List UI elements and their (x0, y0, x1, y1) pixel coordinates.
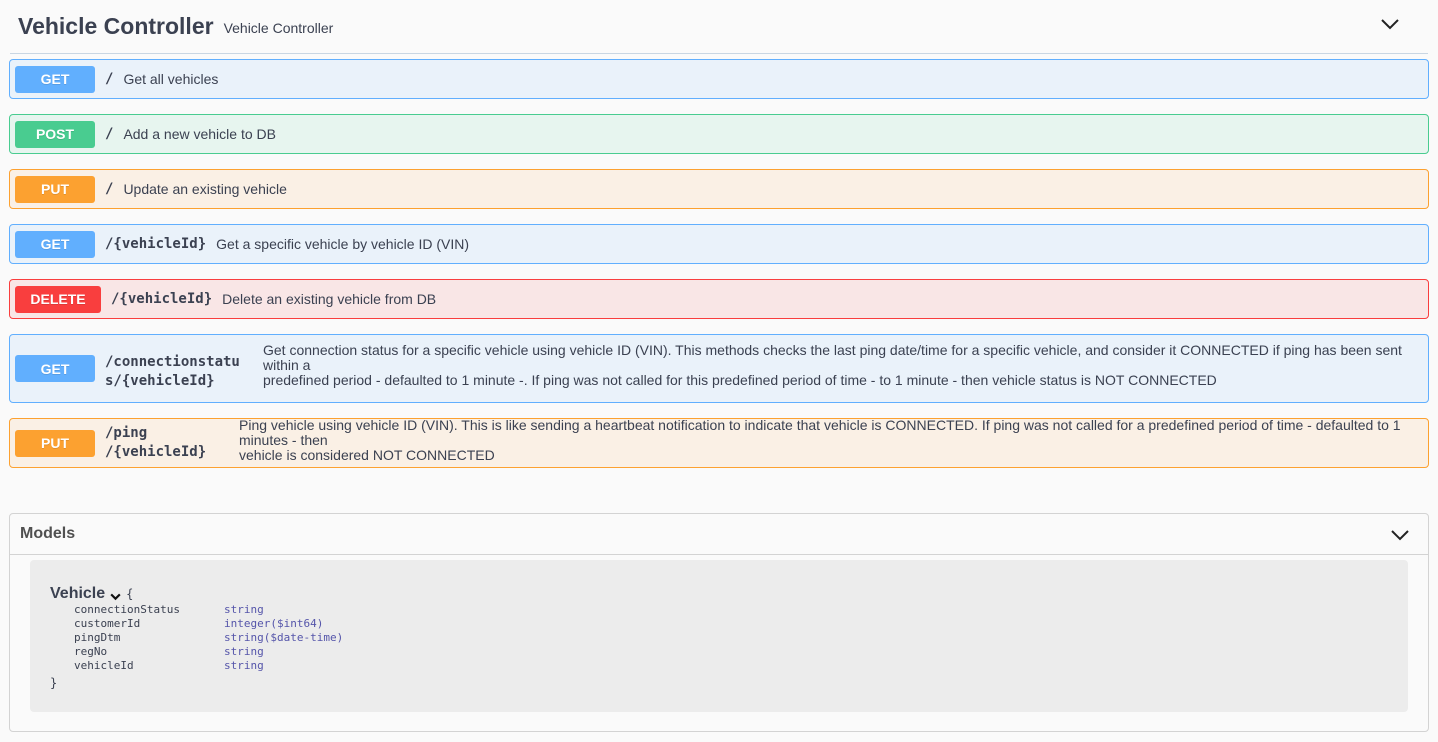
operation-path: /{vehicleId} (111, 290, 213, 307)
tag-title[interactable]: Vehicle Controller (18, 13, 214, 40)
method-badge-get: GET (15, 230, 95, 258)
operation-summary: Ping vehicle using vehicle ID (VIN). Thi… (239, 416, 1428, 463)
operation-delete-vehicle[interactable]: DELETE /{vehicleId} Delete an existing v… (9, 279, 1429, 319)
property-row: pingDtm string($date-time) (74, 631, 343, 645)
model-name[interactable]: Vehicle (50, 585, 105, 603)
operation-get-connection-status[interactable]: GET /connectionstatu s/{vehicleId} Get c… (9, 334, 1429, 403)
property-name: customerId (74, 617, 141, 630)
method-badge-put: PUT (15, 175, 95, 203)
method-badge-delete: DELETE (15, 285, 101, 313)
property-row: customerId integer($int64) (74, 617, 343, 631)
method-badge-post: POST (15, 120, 95, 148)
property-row: regNo string (74, 645, 343, 659)
summary-line: predefined period - defaulted to 1 minut… (263, 371, 1217, 388)
models-title[interactable]: Models (20, 525, 75, 543)
property-name: vehicleId (74, 659, 134, 672)
path-line: /{vehicleId} (105, 444, 207, 460)
method-badge-get: GET (15, 65, 95, 93)
property-type: string (224, 603, 264, 616)
path-line: s/{vehicleId} (105, 373, 215, 389)
operation-path: / (105, 180, 114, 197)
operation-get-all-vehicles[interactable]: GET / Get all vehicles (9, 59, 1429, 99)
model-properties: connectionStatus string customerId integ… (74, 603, 343, 673)
operation-summary: Update an existing vehicle (123, 180, 287, 197)
model-header: Vehicle { (50, 585, 133, 603)
summary-line: Get connection status for a specific veh… (263, 341, 1402, 373)
chevron-down-icon[interactable] (1388, 523, 1412, 547)
property-name: pingDtm (74, 631, 121, 644)
property-name: connectionStatus (74, 603, 180, 616)
operation-ping-vehicle[interactable]: PUT /ping /{vehicleId} Ping vehicle usin… (9, 416, 1429, 468)
models-header[interactable]: Models (10, 514, 1428, 555)
chevron-down-icon[interactable] (109, 590, 122, 603)
chevron-down-icon[interactable] (1378, 12, 1402, 36)
operation-summary: Get a specific vehicle by vehicle ID (VI… (216, 235, 470, 252)
models-section: Models Vehicle { connectionStatus string… (9, 513, 1429, 732)
operation-summary: Get connection status for a specific veh… (263, 341, 1428, 388)
property-type: integer($int64) (224, 617, 324, 630)
property-type: string($date-time) (224, 631, 344, 644)
tag-header[interactable]: Vehicle Controller Vehicle Controller (10, 0, 1428, 54)
open-brace: { (126, 587, 134, 601)
close-brace: } (50, 676, 58, 690)
operation-add-vehicle[interactable]: POST / Add a new vehicle to DB (9, 114, 1429, 154)
property-row: connectionStatus string (74, 603, 343, 617)
path-line: /connectionstatu (105, 354, 240, 370)
property-type: string (224, 645, 264, 658)
property-type: string (224, 659, 264, 672)
operation-summary: Delete an existing vehicle from DB (222, 290, 437, 307)
tag-description: Vehicle Controller (223, 19, 334, 36)
operation-update-vehicle[interactable]: PUT / Update an existing vehicle (9, 169, 1429, 209)
operation-get-vehicle-by-id[interactable]: GET /{vehicleId} Get a specific vehicle … (9, 224, 1429, 264)
property-name: regNo (74, 645, 108, 658)
operation-path: /connectionstatu s/{vehicleId} (105, 353, 255, 391)
summary-line: Ping vehicle using vehicle ID (VIN). Thi… (239, 416, 1401, 448)
operation-path: /ping /{vehicleId} (105, 424, 231, 462)
model-box-vehicle: Vehicle { connectionStatus string custom… (30, 560, 1408, 712)
operation-path: /{vehicleId} (105, 235, 207, 252)
operation-path: / (105, 125, 114, 142)
path-line: /ping (105, 425, 148, 441)
method-badge-get: GET (15, 355, 95, 382)
operation-summary: Get all vehicles (123, 70, 219, 87)
property-row: vehicleId string (74, 659, 343, 673)
operation-summary: Add a new vehicle to DB (123, 125, 276, 142)
method-badge-put: PUT (15, 429, 95, 457)
summary-line: vehicle is considered NOT CONNECTED (239, 446, 495, 463)
operation-path: / (105, 70, 114, 87)
